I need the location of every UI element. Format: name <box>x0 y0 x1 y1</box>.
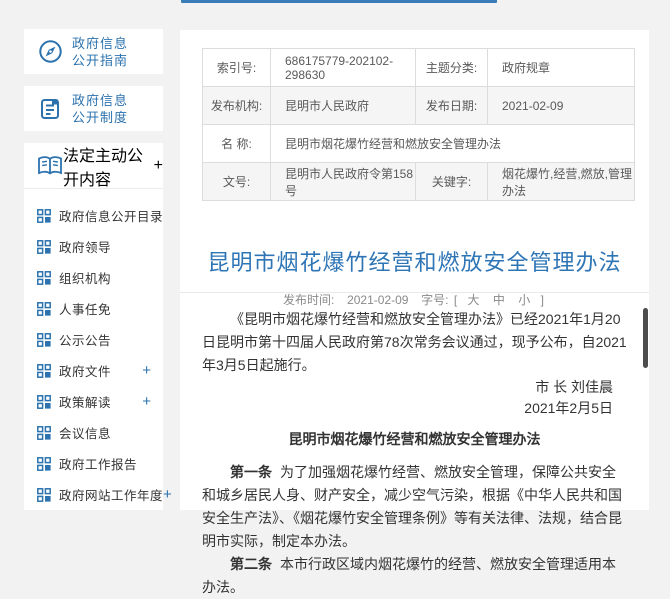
sidebar-item-label: 政策解读 <box>59 392 111 411</box>
article-1-paragraph: 第一条为了加强烟花爆竹经营、燃放安全管理，保障公共安全和城乡居民人身、财产安全，… <box>202 461 627 553</box>
meta-value-date: 2021-02-09 <box>488 87 635 125</box>
grid-icon <box>37 488 51 502</box>
signature-name: 市 长 刘佳晨 <box>202 377 627 398</box>
article-1-label: 第一条 <box>230 464 272 480</box>
content-divider <box>180 292 649 293</box>
grid-icon <box>37 395 51 409</box>
article-2-paragraph: 第二条本市行政区域内烟花爆竹的经营、燃放安全管理适用本办法。 <box>202 553 627 599</box>
meta-label-keyword: 关键字: <box>416 163 488 201</box>
meta-label-index: 索引号: <box>203 49 271 87</box>
sidebar-card-label: 政府信息公开指南 <box>72 35 134 69</box>
grid-icon <box>37 426 51 440</box>
expand-plus-icon[interactable]: + <box>142 362 151 379</box>
meta-value-topic: 政府规章 <box>488 49 635 87</box>
sidebar-item-meeting-info[interactable]: 会议信息 <box>24 417 163 448</box>
sidebar-item-organizations[interactable]: 组织机构 <box>24 262 163 293</box>
sidebar-item-label: 人事任免 <box>59 299 111 318</box>
meta-table: 索引号: 686175779-202102-298630 主题分类: 政府规章 … <box>202 48 635 201</box>
meta-label-org: 发布机构: <box>203 87 271 125</box>
article-body: 《昆明市烟花爆竹经营和燃放安全管理办法》已经2021年1月20日昆明市第十四届人… <box>180 302 649 599</box>
sidebar-item-label: 组织机构 <box>59 268 111 287</box>
meta-value-name: 昆明市烟花爆竹经营和燃放安全管理办法 <box>271 125 635 163</box>
sidebar-card-label: 政府信息公开制度 <box>72 92 134 126</box>
sidebar-item-label: 政府文件 <box>59 361 111 380</box>
sidebar-item-gov-documents[interactable]: 政府文件 + <box>24 355 163 386</box>
sidebar-item-website-annual-report[interactable]: 政府网站工作年度 + <box>24 479 163 510</box>
sidebar-menu: 政府信息公开目录 政府领导 组织机构 人事任免 公示公告 <box>24 189 163 510</box>
document-heading: 昆明市烟花爆竹经营和燃放安全管理办法 <box>202 428 627 451</box>
sidebar-item-label: 会议信息 <box>59 423 111 442</box>
content-panel: 索引号: 686175779-202102-298630 主题分类: 政府规章 … <box>180 30 649 510</box>
sidebar-item-label: 政府工作报告 <box>59 454 137 473</box>
meta-label-topic: 主题分类: <box>416 49 488 87</box>
page: 政府信息公开指南 政府信息公开制度 <box>0 0 670 510</box>
intro-paragraph: 《昆明市烟花爆竹经营和燃放安全管理办法》已经2021年1月20日昆明市第十四届人… <box>202 308 627 377</box>
meta-label-docno: 文号: <box>203 163 271 201</box>
sidebar-card-open-guide[interactable]: 政府信息公开指南 <box>24 29 163 74</box>
page-title: 昆明市烟花爆竹经营和燃放安全管理办法 <box>180 245 649 277</box>
sidebar-item-policy-interpretation[interactable]: 政策解读 + <box>24 386 163 417</box>
sidebar-card-statutory-content[interactable]: 法定主动公开内容 + <box>24 143 163 189</box>
sidebar-item-gov-leaders[interactable]: 政府领导 <box>24 231 163 262</box>
expand-plus-icon[interactable]: + <box>163 486 172 503</box>
meta-label-name: 名 称: <box>203 125 271 163</box>
grid-icon <box>37 209 51 223</box>
sidebar-item-label: 政府信息公开目录 <box>59 206 163 225</box>
meta-value-org: 昆明市人民政府 <box>271 87 416 125</box>
signature-date: 2021年2月5日 <box>202 398 627 419</box>
sidebar-card-label: 法定主动公开内容 <box>63 142 154 190</box>
compass-icon <box>37 39 63 65</box>
meta-label-date: 发布日期: <box>416 87 488 125</box>
grid-icon <box>37 457 51 471</box>
sidebar-item-personnel[interactable]: 人事任免 <box>24 293 163 324</box>
sidebar-item-gov-info-catalog[interactable]: 政府信息公开目录 <box>24 200 163 231</box>
sidebar-card-open-system[interactable]: 政府信息公开制度 <box>24 86 163 131</box>
sidebar-open-content-block: 法定主动公开内容 + 政府信息公开目录 政府领导 组织机构 <box>24 143 163 510</box>
sidebar: 政府信息公开指南 政府信息公开制度 <box>24 0 163 510</box>
meta-value-docno: 昆明市人民政府令第158号 <box>271 163 416 201</box>
meta-value-index: 686175779-202102-298630 <box>271 49 416 87</box>
grid-icon <box>37 240 51 254</box>
grid-icon <box>37 271 51 285</box>
top-nav-underline <box>181 0 497 3</box>
sidebar-item-label: 公示公告 <box>59 330 111 349</box>
sidebar-item-gov-work-report[interactable]: 政府工作报告 <box>24 448 163 479</box>
grid-icon <box>37 302 51 316</box>
expand-plus-icon[interactable]: + <box>142 393 151 410</box>
sidebar-item-public-notices[interactable]: 公示公告 <box>24 324 163 355</box>
sidebar-item-label: 政府网站工作年度 <box>59 485 163 504</box>
article-2-label: 第二条 <box>230 556 272 572</box>
grid-icon <box>37 333 51 347</box>
expand-plus-icon[interactable]: + <box>154 157 163 175</box>
sidebar-item-label: 政府领导 <box>59 237 111 256</box>
book-icon <box>37 155 63 177</box>
meta-value-keyword: 烟花爆竹,经营,燃放,管理办法 <box>488 163 635 201</box>
grid-icon <box>37 364 51 378</box>
document-icon <box>37 96 63 122</box>
scrollbar-thumb[interactable] <box>643 308 648 368</box>
